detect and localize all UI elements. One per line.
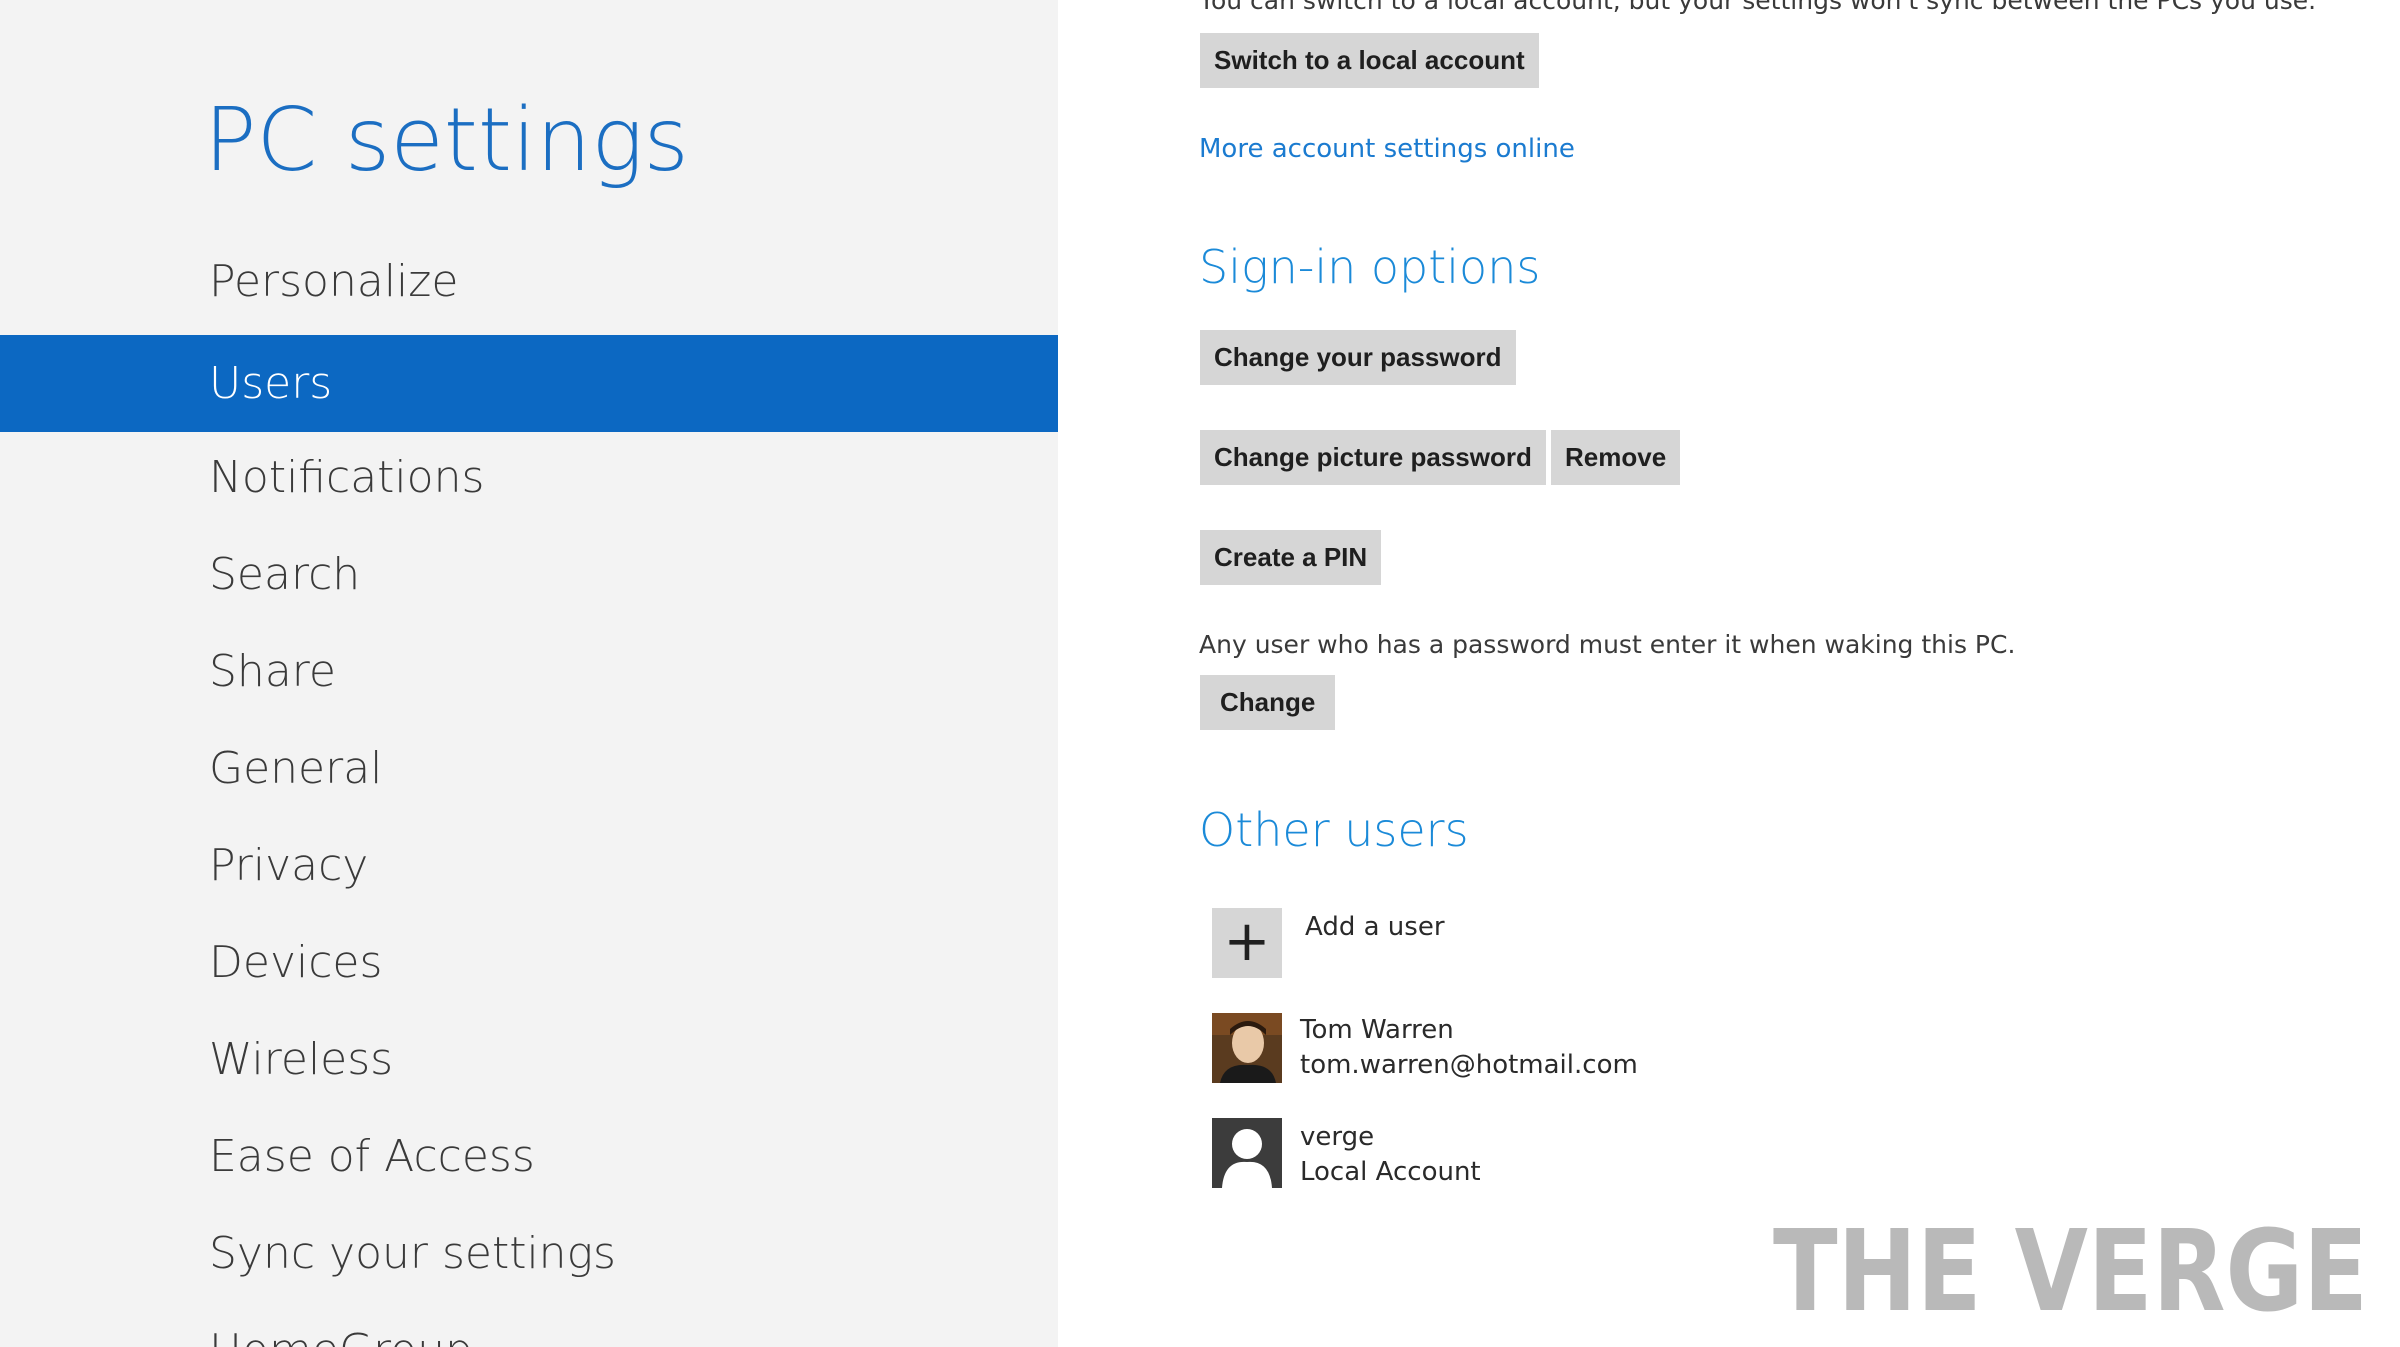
plus-icon[interactable]: + (1212, 908, 1282, 978)
change-picture-password-button[interactable]: Change picture password (1200, 430, 1546, 485)
nav-item-devices[interactable]: Devices (0, 914, 1058, 1011)
add-user-label[interactable]: Add a user (1305, 910, 1445, 944)
nav-item-wireless[interactable]: Wireless (0, 1011, 1058, 1108)
nav-item-sync-settings[interactable]: Sync your settings (0, 1205, 1058, 1302)
nav-item-search[interactable]: Search (0, 526, 1058, 623)
nav-item-users[interactable]: Users (0, 335, 1058, 432)
nav-item-share[interactable]: Share (0, 623, 1058, 720)
page-title: PC settings (204, 89, 689, 191)
remove-picture-password-button[interactable]: Remove (1551, 430, 1681, 485)
change-password-button[interactable]: Change your password (1200, 330, 1516, 385)
nav-item-personalize[interactable]: Personalize (0, 233, 1058, 330)
nav-item-privacy[interactable]: Privacy (0, 817, 1058, 914)
user-photo-icon (1212, 1013, 1282, 1083)
users-settings-content: You can switch to a local account, but y… (1058, 0, 2400, 1347)
user-name: verge (1300, 1122, 1375, 1152)
nav-item-general[interactable]: General (0, 720, 1058, 817)
sign-in-options-heading: Sign-in options (1199, 240, 1541, 294)
other-users-heading: Other users (1199, 803, 1469, 857)
change-wake-password-button[interactable]: Change (1200, 675, 1336, 730)
the-verge-watermark: THE VERGE (1773, 1207, 2373, 1337)
default-user-icon (1212, 1118, 1282, 1188)
user-account-type: Local Account (1300, 1157, 1481, 1187)
create-pin-button[interactable]: Create a PIN (1200, 530, 1382, 585)
navigation-pane: PC settings Personalize Users Notificati… (0, 0, 1058, 1347)
nav-item-homegroup[interactable]: HomeGroup (0, 1302, 1058, 1347)
user-email: tom.warren@hotmail.com (1300, 1050, 1638, 1080)
nav-item-ease-of-access[interactable]: Ease of Access (0, 1108, 1058, 1205)
switch-account-description: You can switch to a local account, but y… (1199, 0, 2317, 15)
more-account-settings-link[interactable]: More account settings online (1199, 134, 1575, 164)
watermark-text: THE VERGE (1773, 1210, 2368, 1320)
pc-settings-window: PC settings Personalize Users Notificati… (0, 0, 2400, 1347)
switch-to-local-account-button[interactable]: Switch to a local account (1200, 33, 1539, 88)
nav-item-notifications[interactable]: Notifications (0, 429, 1058, 526)
wake-password-description: Any user who has a password must enter i… (1199, 630, 2016, 659)
user-name: Tom Warren (1300, 1015, 1454, 1045)
